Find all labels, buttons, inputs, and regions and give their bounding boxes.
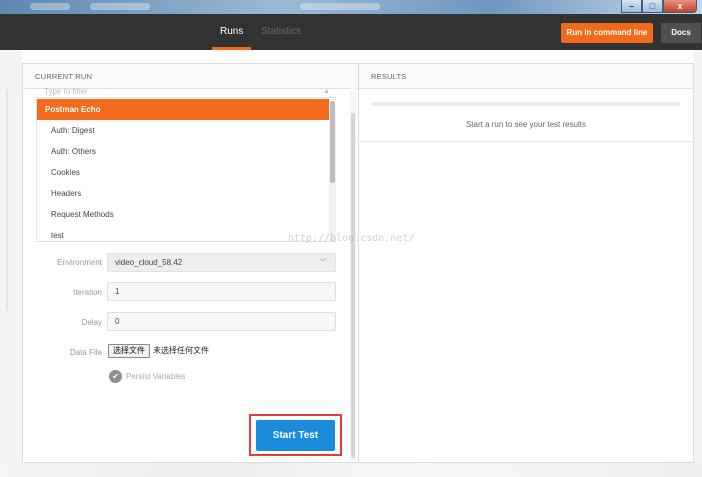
- right-gutter: [694, 50, 702, 477]
- list-item[interactable]: test: [37, 225, 329, 241]
- data-file-label: Data File: [69, 348, 102, 357]
- list-item[interactable]: Postman Echo: [37, 99, 329, 120]
- results-empty-text: Start a run to see your test results: [465, 120, 587, 129]
- environment-label: Environment: [57, 258, 102, 267]
- collection-filter-input[interactable]: Type to filter ▲: [36, 88, 336, 98]
- file-status: 未选择任何文件: [153, 346, 209, 355]
- results-title: RESULTS: [359, 64, 693, 89]
- list-item[interactable]: Auth: Digest: [37, 120, 329, 141]
- delay-value: 0: [115, 317, 120, 326]
- close-button[interactable]: x: [663, 0, 697, 13]
- list-item[interactable]: Auth: Others: [37, 141, 329, 162]
- list-item[interactable]: Cookies: [37, 162, 329, 183]
- active-tab-indicator: [212, 47, 252, 50]
- tab-runs[interactable]: Runs: [212, 14, 252, 50]
- iteration-label: Iteration: [73, 288, 102, 297]
- list-item[interactable]: Headers: [37, 183, 329, 204]
- titlebar-blur: [90, 3, 150, 10]
- results-divider: [358, 141, 694, 142]
- filter-placeholder: Type to filter: [44, 88, 88, 96]
- delay-input[interactable]: 0: [107, 312, 336, 331]
- iteration-value: 1: [115, 287, 120, 296]
- tab-statistics-label: Statistics: [261, 26, 302, 37]
- gutter-mark: [6, 90, 8, 310]
- panel-scrollbar[interactable]: [350, 88, 356, 460]
- tab-statistics[interactable]: Statistics: [261, 14, 301, 50]
- list-item[interactable]: Request Methods: [37, 204, 329, 225]
- environment-select[interactable]: video_cloud_58.42 ﹀: [107, 253, 336, 272]
- choose-file-button[interactable]: 选择文件: [108, 344, 150, 358]
- minimize-button[interactable]: –: [621, 0, 642, 13]
- iteration-input[interactable]: 1: [107, 282, 336, 301]
- start-test-button[interactable]: Start Test: [256, 420, 335, 451]
- chevron-down-icon: ﹀: [319, 258, 327, 267]
- caret-up-icon: ▲: [323, 88, 330, 95]
- window-controls: – □ x: [621, 0, 697, 14]
- environment-value: video_cloud_58.42: [115, 258, 183, 267]
- collection-list: Postman Echo Auth: Digest Auth: Others C…: [36, 99, 329, 241]
- watermark: http://blog.csdn.net/: [288, 233, 415, 244]
- scrollbar-thumb[interactable]: [330, 101, 335, 183]
- collection-list-scrollbar[interactable]: [329, 99, 336, 241]
- check-icon[interactable]: ✔: [109, 370, 122, 383]
- results-progress-bar: [372, 102, 680, 106]
- delay-label: Delay: [81, 318, 102, 327]
- maximize-button[interactable]: □: [642, 0, 663, 13]
- docs-button[interactable]: Docs: [661, 23, 701, 43]
- titlebar-blur: [300, 3, 380, 10]
- tab-runs-label: Runs: [220, 26, 244, 37]
- bottom-strip: [0, 463, 702, 477]
- persist-variables-label: Persist Variables: [126, 372, 186, 381]
- run-in-command-line-button[interactable]: Run in command line: [561, 23, 653, 43]
- current-run-title: CURRENT RUN: [23, 64, 358, 89]
- window-titlebar: – □ x: [0, 0, 702, 14]
- titlebar-blur: [30, 3, 70, 10]
- left-gutter: [0, 50, 22, 477]
- panel-scrollbar-thumb[interactable]: [351, 113, 355, 458]
- app-header: Runs Statistics Run in command line Docs: [0, 14, 702, 50]
